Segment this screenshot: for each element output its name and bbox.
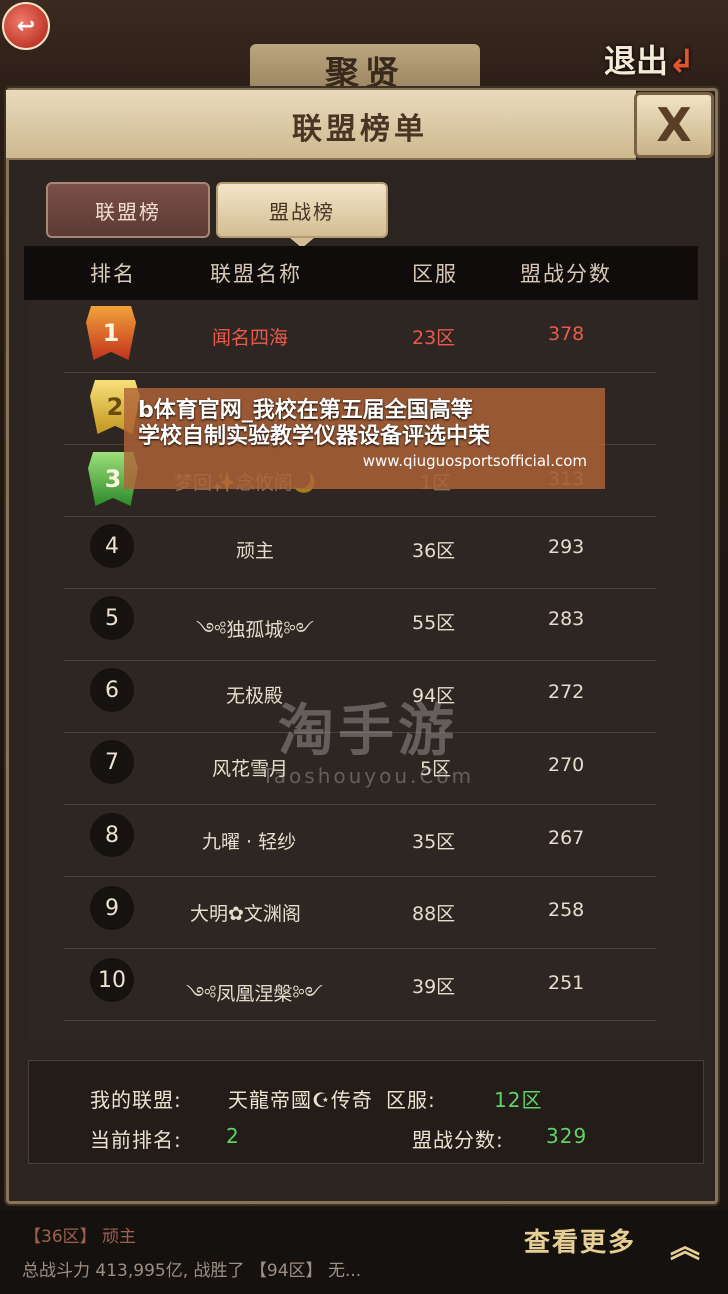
view-more-button[interactable]: 查看更多 [524, 1222, 664, 1268]
alliance-score: 272 [548, 681, 585, 703]
site-watermark: 淘手游 Taoshouyou.Com [248, 699, 488, 789]
alliance-score: 293 [548, 536, 585, 558]
ticker-line-2: 总战斗力 413,995亿, 战胜了 【94区】 无... [22, 1261, 362, 1281]
alliance-server: 35区 [412, 831, 456, 853]
alliance-score: 270 [548, 754, 585, 776]
header-name: 联盟名称 [210, 262, 302, 286]
alliance-score: 258 [548, 899, 585, 921]
my-server-label: 区服: [386, 1088, 436, 1112]
ad-overlay-banner[interactable]: b体育官网_我校在第五届全国高等 学校自制实验教学仪器设备评选中荣 www.qi… [124, 388, 605, 489]
my-server-value: 12区 [494, 1088, 543, 1112]
my-score-value: 329 [546, 1124, 588, 1148]
alliance-server: 23区 [412, 327, 456, 349]
alliance-name: ༺凤凰涅槃༻ [186, 983, 323, 1005]
header-server: 区服 [412, 262, 458, 286]
watermark-logo-text: 淘手游 [278, 699, 458, 764]
ticker-line-1: 【36区】 顽主 [24, 1227, 137, 1247]
exit-label: 退出 [604, 42, 669, 80]
rank-badge: 4 [90, 524, 134, 568]
alliance-name: 九曜 · 轻纱 [202, 831, 297, 853]
my-alliance-label: 我的联盟: [90, 1088, 182, 1112]
alliance-server: 55区 [412, 612, 456, 634]
header-score: 盟战分数 [520, 262, 612, 286]
rank-badge: 5 [90, 596, 134, 640]
double-chevron-up-icon[interactable]: ︽ [670, 1222, 700, 1266]
header-rank: 排名 [90, 262, 136, 286]
rank-badge: 7 [90, 740, 134, 784]
alliance-score: 267 [548, 827, 585, 849]
alliance-name: 大明✿文渊阁 [190, 903, 301, 925]
alliance-name: 闻名四海 [212, 327, 289, 349]
panel-title: 联盟榜单 [292, 112, 428, 147]
alliance-score: 251 [548, 972, 585, 994]
rank-badge: 8 [90, 813, 134, 857]
exit-button[interactable]: 退出↲ [604, 36, 695, 80]
alliance-score: 378 [548, 323, 585, 345]
alliance-server: 39区 [412, 976, 456, 998]
alliance-name: ༺独孤城༻ [196, 619, 314, 641]
rank-badge: 6 [90, 668, 134, 712]
rank-badge: 10 [90, 958, 134, 1002]
rank-number: 1 [102, 319, 120, 347]
rank-badge: 9 [90, 886, 134, 930]
watermark-url: Taoshouyou.Com [261, 764, 475, 788]
back-button[interactable]: ↩ [2, 2, 50, 50]
my-rank-label: 当前排名: [90, 1128, 182, 1152]
ad-headline-1: b体育官网_我校在第五届全国高等 [138, 398, 473, 423]
tab-war-ranking[interactable]: 盟战榜 [216, 182, 388, 238]
back-arrow-icon: ↩ [16, 13, 36, 39]
ad-headline-2: 学校自制实验教学仪器设备评选中荣 [138, 424, 491, 449]
close-icon: X [656, 98, 692, 152]
my-rank-value: 2 [226, 1124, 240, 1148]
rank-number: 2 [106, 393, 124, 421]
exit-arrow-icon: ↲ [668, 42, 695, 80]
rank-number: 3 [104, 465, 122, 493]
gold-medal-icon: 1 [86, 306, 136, 360]
my-score-label: 盟战分数: [412, 1128, 504, 1152]
alliance-server: 36区 [412, 540, 456, 562]
my-alliance-name: 天龍帝國☪传奇 [228, 1088, 373, 1112]
alliance-score: 283 [548, 608, 585, 630]
alliance-server: 88区 [412, 903, 456, 925]
close-button[interactable]: X [634, 92, 714, 158]
alliance-name: 顽主 [236, 540, 275, 562]
tab-alliance-ranking[interactable]: 联盟榜 [46, 182, 210, 238]
ad-url: www.qiuguosportsofficial.com [362, 452, 587, 470]
